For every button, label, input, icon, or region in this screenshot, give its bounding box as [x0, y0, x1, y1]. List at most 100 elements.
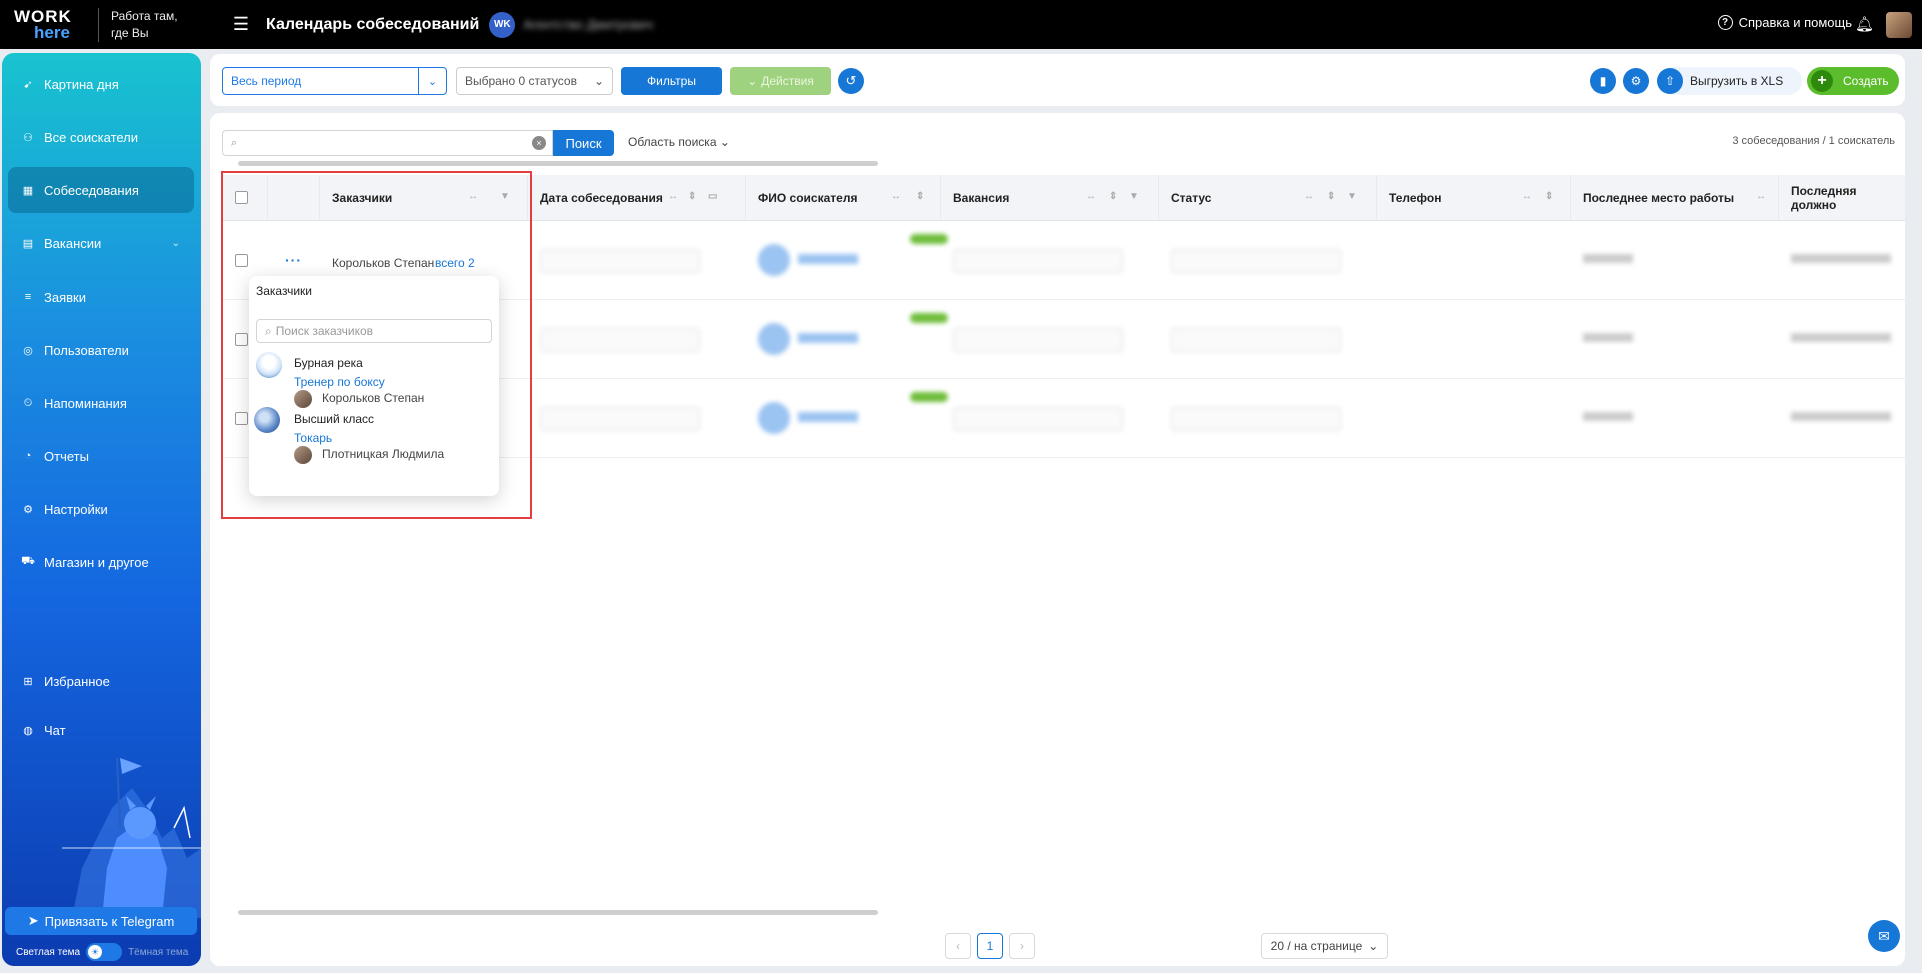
logo[interactable]: WORK here	[0, 0, 98, 49]
column-header-phone[interactable]: Телефон ↔ ⇕	[1377, 175, 1571, 221]
search-scope-dropdown[interactable]: Область поиска ⌄	[628, 135, 730, 149]
status-field-blurred[interactable]	[1171, 407, 1341, 431]
sidebar-item-vacancies[interactable]: ▤ Вакансии ⌄	[8, 220, 194, 266]
sidebar-item-label: Настройки	[44, 501, 108, 517]
resize-icon[interactable]: ↔	[1304, 191, 1314, 202]
sidebar-item-candidates[interactable]: ⚇ Все соискатели	[8, 114, 194, 160]
sidebar-item-chat[interactable]: ◍ Чат	[8, 707, 194, 753]
stats-icon[interactable]: ▮	[1590, 68, 1616, 94]
page-title: Календарь собеседований	[266, 15, 480, 33]
sort-icon[interactable]: ⇕	[688, 191, 696, 202]
user-avatar[interactable]	[1886, 12, 1912, 38]
chevron-down-icon: ⌄	[719, 135, 730, 149]
sun-icon: ☀	[88, 945, 103, 959]
org-name[interactable]: Агентство Дмитрович	[523, 17, 653, 32]
column-header-label: Статус	[1171, 191, 1212, 205]
filters-button[interactable]: Фильтры	[621, 67, 722, 95]
column-header-candidate[interactable]: ФИО соискателя ↔ ⇕	[746, 175, 941, 221]
bell-icon[interactable]: 🔔︎	[1855, 15, 1874, 33]
sidebar-item-reports[interactable]: ◔ Отчеты	[8, 433, 194, 479]
horizontal-scrollbar-top[interactable]	[238, 161, 878, 166]
create-button[interactable]: + Создать	[1807, 67, 1899, 95]
settings-icon[interactable]: ⚙	[1623, 68, 1649, 94]
candidate-name-blurred[interactable]	[798, 412, 858, 422]
period-select[interactable]: Весь период ⌄	[222, 67, 447, 95]
person-avatar	[294, 446, 312, 464]
upload-icon[interactable]: ⇧	[1657, 68, 1683, 94]
filter-icon[interactable]: ▼	[1347, 191, 1357, 202]
vacancy-field-blurred[interactable]	[953, 249, 1123, 273]
column-header-label: Телефон	[1389, 191, 1442, 205]
sidebar-item-reminders[interactable]: ⏲ Напоминания	[8, 380, 194, 426]
chevron-down-icon: ⌄	[593, 74, 604, 88]
status-field-blurred[interactable]	[1171, 328, 1341, 352]
resize-icon[interactable]: ↔	[891, 191, 901, 202]
company-name[interactable]: Бурная река	[294, 356, 363, 370]
date-field-blurred[interactable]	[540, 328, 700, 352]
company-logo	[254, 407, 280, 433]
date-field-blurred[interactable]	[540, 407, 700, 431]
candidate-avatar[interactable]	[758, 402, 790, 434]
candidate-name-blurred[interactable]	[798, 333, 858, 343]
column-header-vacancy[interactable]: Вакансия ↔ ⇕ ▼	[941, 175, 1159, 221]
column-header-interview-date[interactable]: Дата собеседования ↔ ⇕ ▭	[528, 175, 746, 221]
help-link[interactable]: ? Справка и помощь	[1717, 15, 1852, 30]
vacancy-field-blurred[interactable]	[953, 407, 1123, 431]
date-field-blurred[interactable]	[540, 249, 700, 273]
support-chat-icon[interactable]: ✉	[1868, 920, 1900, 952]
sidebar-item-dashboard[interactable]: ➹ Картина дня	[8, 61, 194, 107]
column-header-last-position[interactable]: Последняя должно	[1779, 175, 1905, 221]
sidebar-item-requests[interactable]: ≡ Заявки	[8, 274, 194, 320]
filter-icon[interactable]: ▼	[1129, 191, 1139, 202]
calendar-icon[interactable]: ▭	[708, 191, 717, 202]
candidate-avatar[interactable]	[758, 244, 790, 276]
theme-toggle[interactable]: ☀	[86, 943, 123, 961]
telegram-button[interactable]: ➤ Привязать к Telegram	[5, 907, 197, 935]
chevron-down-icon[interactable]: ⌄	[418, 68, 446, 94]
org-avatar[interactable]: WK	[489, 11, 516, 38]
column-header-label: Вакансия	[953, 191, 1010, 205]
sort-icon[interactable]: ⇕	[1545, 191, 1553, 202]
vacancy-field-blurred[interactable]	[953, 328, 1123, 352]
search-input[interactable]: ⌕ ×	[222, 130, 553, 156]
users-icon: ⚇	[23, 131, 33, 144]
last-workplace-blurred	[1583, 412, 1633, 421]
vacancy-link[interactable]: Тренер по боксу	[294, 375, 385, 389]
page-current[interactable]: 1	[977, 933, 1003, 959]
page-size-select[interactable]: 20 / на странице ⌄	[1261, 933, 1388, 959]
actions-button[interactable]: ⌄ Действия	[730, 67, 831, 95]
next-page-icon[interactable]: ›	[1009, 933, 1035, 959]
horizontal-scrollbar-bottom[interactable]	[238, 910, 878, 915]
sidebar-item-settings[interactable]: ⚙ Настройки	[8, 486, 194, 532]
chevron-down-icon: ⌄	[171, 237, 180, 249]
chat-icon: ◍	[23, 724, 33, 737]
prev-page-icon[interactable]: ‹	[945, 933, 971, 959]
column-header-last-workplace[interactable]: Последнее место работы ↔	[1571, 175, 1779, 221]
resize-icon[interactable]: ↔	[668, 191, 678, 202]
sidebar-item-shop[interactable]: ⛟ Магазин и другое	[8, 539, 194, 585]
resize-icon[interactable]: ↔	[1086, 191, 1096, 202]
person-name[interactable]: Корольков Степан	[322, 391, 424, 405]
vacancy-link[interactable]: Токарь	[294, 431, 332, 445]
sidebar-item-label: Магазин и другое	[44, 554, 149, 570]
candidate-avatar[interactable]	[758, 323, 790, 355]
resize-icon[interactable]: ↔	[1522, 191, 1532, 202]
sort-icon[interactable]: ⇕	[916, 191, 924, 202]
sort-icon[interactable]: ⇕	[1327, 191, 1335, 202]
column-header-status[interactable]: Статус ↔ ⇕ ▼	[1159, 175, 1377, 221]
sidebar-item-users[interactable]: ◎ Пользователи	[8, 327, 194, 373]
status-select[interactable]: Выбрано 0 статусов ⌄	[456, 67, 613, 95]
status-field-blurred[interactable]	[1171, 249, 1341, 273]
sidebar-item-interviews[interactable]: ▦ Собеседования	[8, 167, 194, 213]
resize-icon[interactable]: ↔	[1756, 191, 1766, 202]
clear-icon[interactable]: ×	[532, 136, 546, 150]
person-name[interactable]: Плотницкая Людмила	[322, 447, 444, 461]
candidate-name-blurred[interactable]	[798, 254, 858, 264]
company-name[interactable]: Высший класс	[294, 412, 374, 426]
menu-collapse-icon[interactable]: ☰	[230, 14, 252, 36]
history-icon[interactable]: ↺	[838, 68, 864, 94]
search-button[interactable]: Поиск	[553, 130, 614, 156]
sidebar-item-favorites[interactable]: ⊞ Избранное	[8, 658, 194, 704]
sort-icon[interactable]: ⇕	[1109, 191, 1117, 202]
customers-search-input[interactable]: ⌕ Поиск заказчиков	[256, 319, 492, 343]
